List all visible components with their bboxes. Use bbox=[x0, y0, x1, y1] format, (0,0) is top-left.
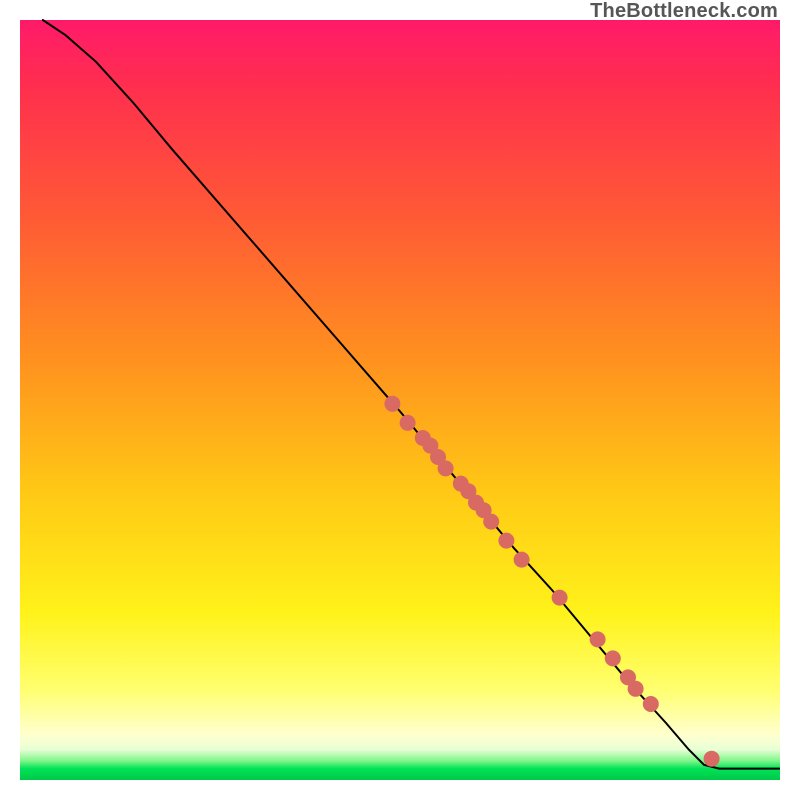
data-point bbox=[400, 415, 416, 431]
data-point bbox=[704, 751, 720, 767]
chart-svg bbox=[20, 20, 780, 780]
plot-area bbox=[20, 20, 780, 780]
chart-stage: TheBottleneck.com bbox=[0, 0, 800, 800]
data-point bbox=[628, 681, 644, 697]
data-point bbox=[590, 631, 606, 647]
data-point bbox=[438, 460, 454, 476]
data-point bbox=[514, 552, 530, 568]
scatter-points bbox=[384, 396, 719, 767]
data-point bbox=[605, 650, 621, 666]
data-point bbox=[643, 696, 659, 712]
data-point bbox=[384, 396, 400, 412]
data-point bbox=[552, 590, 568, 606]
data-point bbox=[483, 514, 499, 530]
data-point bbox=[498, 533, 514, 549]
